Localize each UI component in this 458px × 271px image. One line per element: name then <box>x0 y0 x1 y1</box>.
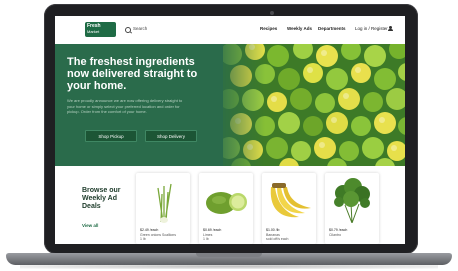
banana-icon <box>270 183 311 218</box>
login-register-link[interactable]: Log in / Register <box>355 26 388 31</box>
nav-link-departments[interactable]: Departments <box>318 26 346 31</box>
product-price: $1.00 /lb <box>266 228 280 232</box>
product-card-cilantro[interactable]: $0.79 /each Cilantro <box>325 173 379 244</box>
product-card-bananas[interactable]: $1.00 /lb Bananas sold off/s each <box>262 173 316 244</box>
brand-logo[interactable]: Fresh Market <box>85 22 116 37</box>
product-name: Cilantro <box>329 232 342 237</box>
webcam <box>270 11 274 15</box>
search-link[interactable]: Search <box>133 26 147 31</box>
product-detail: 1 lb <box>140 236 146 241</box>
nav-link-weekly-ads[interactable]: Weekly Ads <box>287 26 312 31</box>
product-detail: sold off/s each <box>266 236 289 241</box>
weekly-deals-section: Browse our Weekly Ad Deals View all $2.4… <box>55 166 405 244</box>
top-nav: Fresh Market Search Recipes Weekly Ads D… <box>55 16 405 45</box>
deals-heading: Browse our Weekly Ad Deals <box>82 187 121 210</box>
search-icon[interactable] <box>125 27 131 33</box>
user-icon[interactable] <box>388 26 393 31</box>
product-detail: 1 lb <box>203 236 209 241</box>
hero-description: We are proudly announce we are now offer… <box>67 98 183 114</box>
product-price: $0.79 /each <box>329 228 348 232</box>
shop-pickup-button[interactable]: Shop Pickup <box>85 130 137 142</box>
laptop-notch <box>196 253 262 257</box>
view-all-link[interactable]: View all <box>82 223 98 228</box>
hero-headline: The freshest ingredients now delivered s… <box>67 56 198 92</box>
product-card-green-onions[interactable]: $2.49 /each Green onions Scallions 1 lb <box>136 173 190 244</box>
hero-banner: The freshest ingredients now delivered s… <box>55 44 405 166</box>
shop-delivery-button[interactable]: Shop Delivery <box>145 130 197 142</box>
logo-text-line2: Market <box>87 29 100 34</box>
lime-icon <box>206 192 247 214</box>
green-onion-icon <box>157 183 172 223</box>
product-price: $2.49 /each <box>140 228 159 232</box>
product-price: $0.69 /each <box>203 228 222 232</box>
cilantro-icon <box>334 178 370 223</box>
browser-screen: Fresh Market Search Recipes Weekly Ads D… <box>55 16 405 244</box>
product-card-limes[interactable]: $0.69 /each Limes 1 lb <box>199 173 253 244</box>
nav-link-recipes[interactable]: Recipes <box>260 26 277 31</box>
